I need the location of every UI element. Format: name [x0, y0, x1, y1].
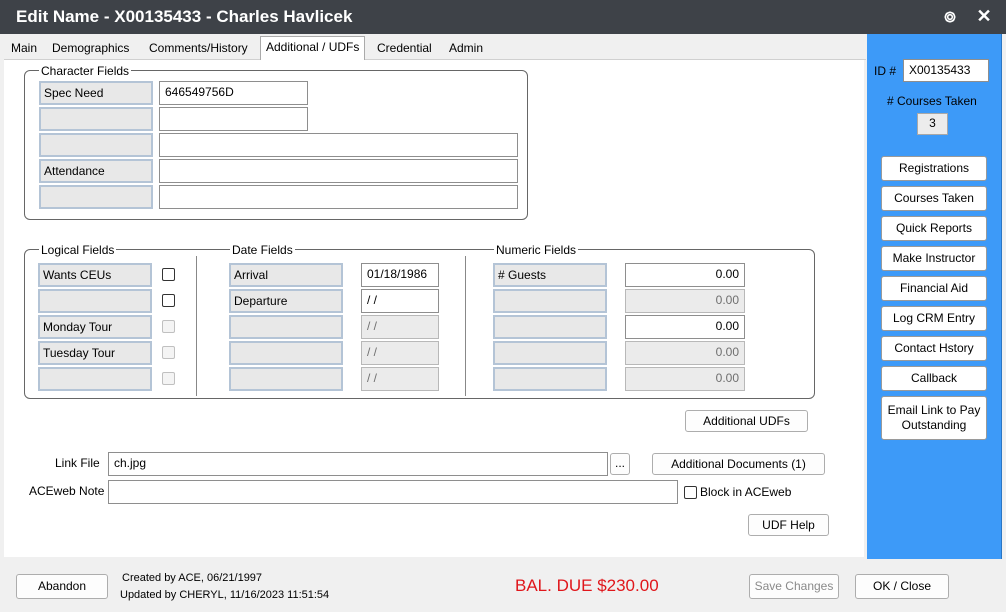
- char-field-input-4[interactable]: [159, 159, 518, 183]
- date-field-label-2: Departure: [229, 289, 343, 313]
- logical-field-checkbox-4: [162, 346, 175, 359]
- numeric-field-label-4: [493, 341, 607, 365]
- email-link-pay-outstanding-button[interactable]: Email Link to Pay Outstanding: [881, 396, 987, 440]
- close-icon[interactable]: ✕: [974, 4, 994, 28]
- logical-field-label-5: [38, 367, 152, 391]
- numeric-field-input-4: 0.00: [625, 341, 745, 365]
- save-changes-button[interactable]: Save Changes: [749, 574, 839, 599]
- date-field-label-1: Arrival: [229, 263, 343, 287]
- logical-field-label-3: Monday Tour: [38, 315, 152, 339]
- link-file-label: Link File: [55, 456, 100, 470]
- char-field-label-4: Attendance: [39, 159, 153, 183]
- tab-comments-history[interactable]: Comments/History: [144, 39, 253, 60]
- date-field-input-3: / /: [361, 315, 439, 339]
- date-field-input-2[interactable]: / /: [361, 289, 439, 313]
- callback-button[interactable]: Callback: [881, 366, 987, 391]
- numeric-field-input-3[interactable]: 0.00: [625, 315, 745, 339]
- date-field-label-5: [229, 367, 343, 391]
- logical-field-label-1: Wants CEUs: [38, 263, 152, 287]
- browse-button[interactable]: ...: [610, 453, 630, 475]
- aceweb-note-label: ACEweb Note: [29, 484, 105, 498]
- logical-field-checkbox-3: [162, 320, 175, 333]
- tab-credential[interactable]: Credential: [372, 39, 437, 60]
- numeric-field-label-1: # Guests: [493, 263, 607, 287]
- logical-field-checkbox-5: [162, 372, 175, 385]
- logical-field-label-2: [38, 289, 152, 313]
- aceweb-note-input[interactable]: [108, 480, 678, 504]
- date-field-input-5: / /: [361, 367, 439, 391]
- numeric-field-label-2: [493, 289, 607, 313]
- date-field-label-4: [229, 341, 343, 365]
- divider: [196, 256, 197, 396]
- date-field-input-4: / /: [361, 341, 439, 365]
- title-bar: Edit Name - X00135433 - Charles Havlicek…: [0, 0, 1006, 34]
- block-aceweb-label: Block in ACEweb: [700, 485, 792, 499]
- numeric-field-input-1[interactable]: 0.00: [625, 263, 745, 287]
- log-crm-entry-button[interactable]: Log CRM Entry: [881, 306, 987, 331]
- character-fields-title: Character Fields: [39, 64, 132, 78]
- id-label: ID #: [874, 64, 897, 78]
- char-field-input-3[interactable]: [159, 133, 518, 157]
- gear-icon[interactable]: [940, 7, 960, 27]
- logical-field-label-4: Tuesday Tour: [38, 341, 152, 365]
- balance-due: BAL. DUE $230.00: [515, 576, 659, 595]
- block-aceweb-checkbox[interactable]: [684, 486, 697, 499]
- logical-field-checkbox-1[interactable]: [162, 268, 175, 281]
- link-file-input[interactable]: ch.jpg: [108, 452, 608, 476]
- ok-close-button[interactable]: OK / Close: [855, 574, 949, 599]
- tab-main[interactable]: Main: [6, 39, 42, 60]
- numeric-fields-title: Numeric Fields: [494, 243, 579, 257]
- created-by-text: Created by ACE, 06/21/1997: [122, 572, 263, 584]
- date-field-label-3: [229, 315, 343, 339]
- numeric-field-label-3: [493, 315, 607, 339]
- divider: [465, 256, 466, 396]
- tab-demographics[interactable]: Demographics: [47, 39, 134, 60]
- tab-admin[interactable]: Admin: [444, 39, 488, 60]
- tab-bar: Main Demographics Comments/History Addit…: [4, 36, 866, 61]
- updated-by-text: Updated by CHERYL, 11/16/2023 11:51:54: [120, 589, 330, 601]
- abandon-button[interactable]: Abandon: [16, 574, 108, 599]
- courses-taken-label: # Courses Taken: [887, 94, 977, 108]
- footer-bar: Abandon Created by ACE, 06/21/1997 Updat…: [0, 559, 1006, 612]
- courses-taken-count: 3: [917, 113, 948, 135]
- numeric-field-input-5: 0.00: [625, 367, 745, 391]
- make-instructor-button[interactable]: Make Instructor: [881, 246, 987, 271]
- additional-udfs-button[interactable]: Additional UDFs: [685, 410, 808, 432]
- quick-reports-button[interactable]: Quick Reports: [881, 216, 987, 241]
- numeric-field-label-5: [493, 367, 607, 391]
- additional-documents-button[interactable]: Additional Documents (1): [652, 453, 825, 475]
- financial-aid-button[interactable]: Financial Aid: [881, 276, 987, 301]
- char-field-label-3: [39, 133, 153, 157]
- udf-help-button[interactable]: UDF Help: [748, 514, 829, 536]
- char-field-label-2: [39, 107, 153, 131]
- numeric-field-input-2: 0.00: [625, 289, 745, 313]
- udf-content-panel: Character Fields Spec Need 646549756D At…: [4, 60, 864, 557]
- window-title: Edit Name - X00135433 - Charles Havlicek: [16, 7, 353, 26]
- char-field-label-1: Spec Need: [39, 81, 153, 105]
- logical-fields-title: Logical Fields: [39, 243, 117, 257]
- registrations-button[interactable]: Registrations: [881, 156, 987, 181]
- tab-additional-udfs[interactable]: Additional / UDFs: [260, 36, 366, 61]
- char-field-input-5[interactable]: [159, 185, 518, 209]
- courses-taken-button[interactable]: Courses Taken: [881, 186, 987, 211]
- side-panel: ID # X00135433 # Courses Taken 3 Registr…: [867, 34, 1002, 559]
- date-fields-title: Date Fields: [230, 243, 295, 257]
- logical-field-checkbox-2[interactable]: [162, 294, 175, 307]
- date-field-input-1[interactable]: 01/18/1986: [361, 263, 439, 287]
- contact-history-button[interactable]: Contact Hstory: [881, 336, 987, 361]
- char-field-label-5: [39, 185, 153, 209]
- char-field-input-1[interactable]: 646549756D: [159, 81, 308, 105]
- id-field[interactable]: X00135433: [903, 59, 989, 82]
- char-field-input-2[interactable]: [159, 107, 308, 131]
